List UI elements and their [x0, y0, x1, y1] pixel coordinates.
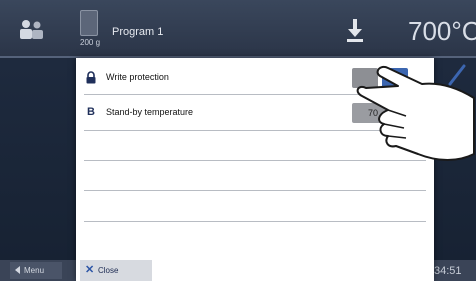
close-icon: ✕ [85, 264, 95, 276]
lock-icon [86, 71, 96, 84]
status-bar: 200 g Program 1 700°C [0, 0, 476, 58]
divider [84, 190, 426, 191]
program-title: Program 1 [112, 26, 164, 38]
arrow-left-icon [15, 266, 20, 274]
menu-button[interactable]: Menu [10, 262, 62, 279]
setting-label: Write protection [106, 72, 169, 82]
setting-label: Stand-by temperature [106, 107, 194, 117]
close-button[interactable]: ✕ Close [80, 260, 152, 281]
divider [84, 221, 426, 222]
program-icon[interactable] [80, 10, 98, 36]
menu-label: Menu [24, 266, 45, 275]
program-weight: 200 g [80, 38, 101, 47]
standby-b-icon: B [87, 106, 95, 118]
temperature-readout: 700°C [408, 16, 476, 46]
pointing-hand-icon [356, 66, 475, 161]
arrow-down-icon [347, 19, 363, 42]
time-display: 34:51 [434, 265, 462, 277]
users-icon[interactable] [18, 18, 44, 40]
close-label: Close [98, 266, 119, 275]
